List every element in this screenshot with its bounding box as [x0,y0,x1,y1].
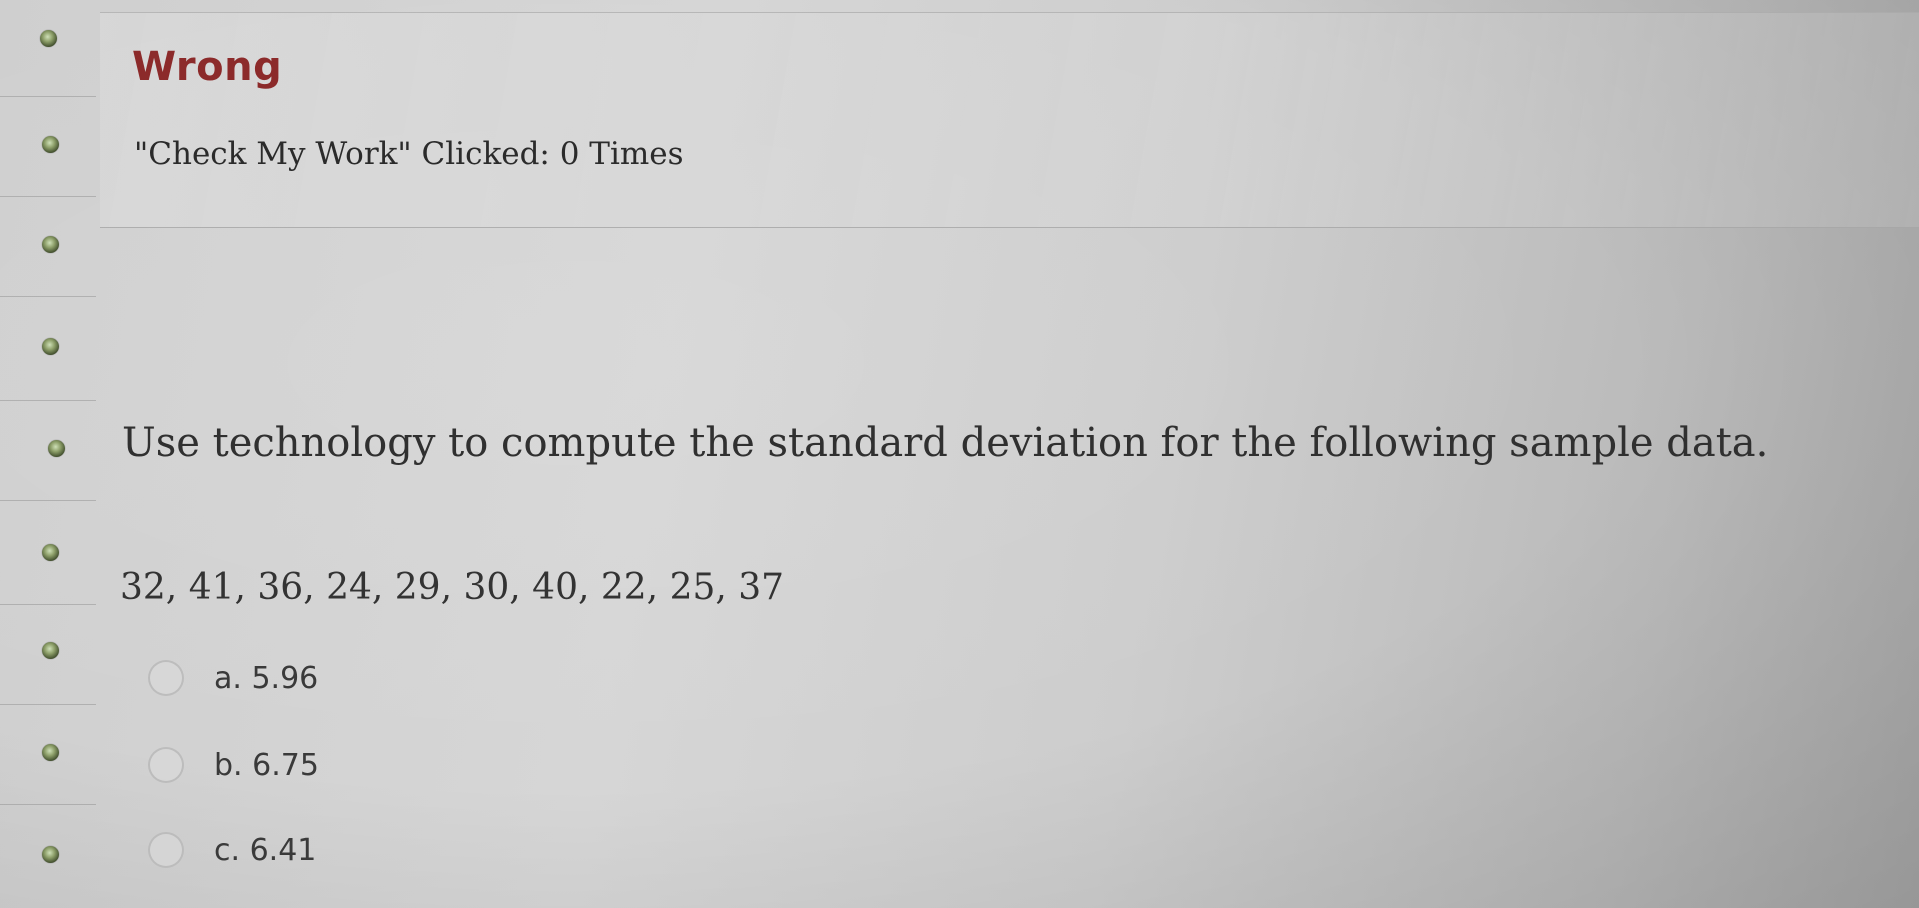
nav-row[interactable] [0,96,96,197]
check-my-work-count: "Check My Work" Clicked: 0 Times [134,136,684,172]
option-label: c. 6.41 [214,832,317,868]
nav-row[interactable] [0,704,96,805]
radio-button[interactable] [148,747,184,783]
question-nav-rail [0,0,100,908]
status-dot-icon [42,744,59,761]
status-label: Wrong [132,44,283,90]
status-dot-icon [42,136,59,153]
answer-option-a[interactable]: a. 5.96 [148,658,318,698]
status-dot-icon [42,642,59,659]
status-dot-icon [42,236,59,253]
nav-row[interactable] [0,296,96,401]
status-dot-icon [42,544,59,561]
nav-row[interactable] [0,196,96,297]
radio-button[interactable] [148,832,184,868]
feedback-panel [100,12,1919,228]
sample-data: 32, 41, 36, 24, 29, 30, 40, 22, 25, 37 [120,567,785,608]
answer-option-b[interactable]: b. 6.75 [148,745,319,785]
option-label: b. 6.75 [214,747,319,783]
answer-option-c[interactable]: c. 6.41 [148,830,316,870]
option-label: a. 5.96 [214,660,319,696]
radio-button[interactable] [148,660,184,696]
question-prompt: Use technology to compute the standard d… [122,420,1769,466]
nav-row[interactable] [0,604,96,705]
status-dot-icon [40,30,57,47]
nav-row[interactable] [0,0,96,97]
nav-row[interactable] [0,400,96,501]
status-dot-icon [42,338,59,355]
nav-row[interactable] [0,500,96,605]
status-dot-icon [48,440,65,457]
nav-row[interactable] [0,804,96,908]
status-dot-icon [42,846,59,863]
